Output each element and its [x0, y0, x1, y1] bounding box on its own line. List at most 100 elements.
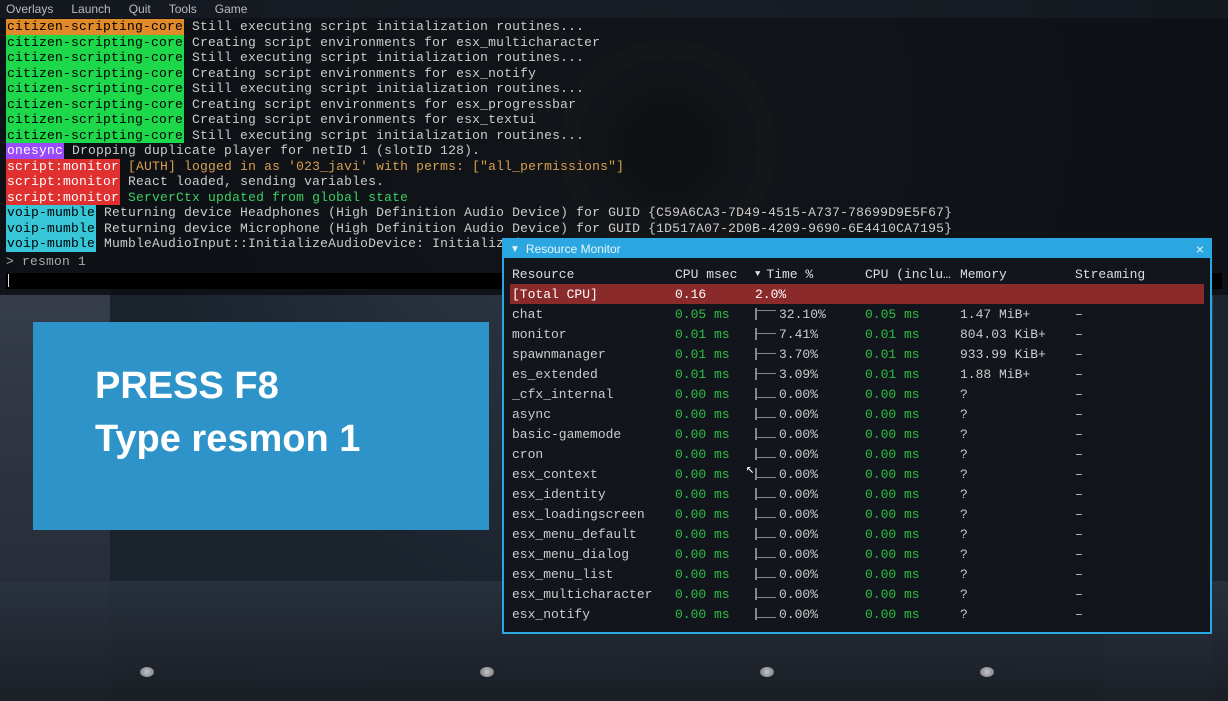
cpu-msec-value: 0.00 ms	[675, 467, 755, 482]
log-message: Still executing script initialization ro…	[192, 81, 584, 96]
menu-launch[interactable]: Launch	[71, 2, 110, 16]
time-percent-cell: 0.00%	[755, 587, 865, 602]
resmon-row[interactable]: esx_menu_list0.00 ms0.00%0.00 ms?–	[510, 564, 1204, 584]
resmon-row[interactable]: monitor0.01 ms7.41%0.01 ms804.03 KiB+–	[510, 324, 1204, 344]
resmon-header-row[interactable]: Resource CPU msec ▼Time % CPU (inclu… Me…	[510, 264, 1204, 284]
col-header-resource[interactable]: Resource	[510, 267, 675, 282]
resmon-row[interactable]: esx_menu_default0.00 ms0.00%0.00 ms?–	[510, 524, 1204, 544]
resmon-row[interactable]: esx_identity0.00 ms0.00%0.00 ms?–	[510, 484, 1204, 504]
resource-monitor-window[interactable]: ▼ Resource Monitor × Resource CPU msec ▼…	[502, 238, 1212, 634]
streaming-value: –	[1075, 487, 1145, 502]
resmon-row[interactable]: _cfx_internal0.00 ms0.00%0.00 ms?–	[510, 384, 1204, 404]
resource-name: chat	[510, 307, 675, 322]
menu-quit[interactable]: Quit	[129, 2, 151, 16]
resmon-row[interactable]: async0.00 ms0.00%0.00 ms?–	[510, 404, 1204, 424]
resmon-row[interactable]: spawnmanager0.01 ms3.70%0.01 ms933.99 Ki…	[510, 344, 1204, 364]
log-source-tag: citizen-scripting-core	[6, 81, 184, 97]
col-header-cpu-incl[interactable]: CPU (inclu…	[865, 267, 960, 282]
time-percent-value: 3.70%	[779, 347, 818, 362]
cpu-inclusive-value: 0.00 ms	[865, 547, 960, 562]
memory-value: ?	[960, 487, 1075, 502]
time-percent-value: 0.00%	[779, 587, 818, 602]
resource-name: _cfx_internal	[510, 387, 675, 402]
resmon-row[interactable]: esx_notify0.00 ms0.00%0.00 ms?–	[510, 604, 1204, 624]
console-line: citizen-scripting-core Creating script e…	[6, 35, 1222, 51]
memory-value: ?	[960, 507, 1075, 522]
resmon-row[interactable]: esx_context0.00 ms0.00%0.00 ms?–	[510, 464, 1204, 484]
console-line: voip-mumble Returning device Headphones …	[6, 205, 1222, 221]
memory-value: 1.47 MiB+	[960, 307, 1075, 322]
resmon-row[interactable]: basic-gamemode0.00 ms0.00%0.00 ms?–	[510, 424, 1204, 444]
menu-tools[interactable]: Tools	[169, 2, 197, 16]
streaming-value: –	[1075, 347, 1145, 362]
streaming-value: –	[1075, 387, 1145, 402]
resmon-row[interactable]: cron0.00 ms0.00%0.00 ms?–	[510, 444, 1204, 464]
memory-value: ?	[960, 567, 1075, 582]
console-line: citizen-scripting-core Still executing s…	[6, 81, 1222, 97]
close-icon[interactable]: ×	[1196, 242, 1204, 256]
sparkline-icon	[755, 508, 775, 520]
log-source-tag: script:monitor	[6, 174, 120, 190]
col-header-time[interactable]: ▼Time %	[755, 267, 865, 282]
sparkline-icon	[755, 348, 775, 360]
console-line: script:monitor React loaded, sending var…	[6, 174, 1222, 190]
log-source-tag: citizen-scripting-core	[6, 97, 184, 113]
resource-name: esx_menu_default	[510, 527, 675, 542]
log-message: Still executing script initialization ro…	[192, 128, 584, 143]
console-line: voip-mumble Returning device Microphone …	[6, 221, 1222, 237]
memory-value: ?	[960, 587, 1075, 602]
memory-value: ?	[960, 427, 1075, 442]
cpu-msec-value: 0.00 ms	[675, 527, 755, 542]
log-source-tag: voip-mumble	[6, 221, 96, 237]
resmon-row[interactable]: chat0.05 ms32.10%0.05 ms1.47 MiB+–	[510, 304, 1204, 324]
menu-game[interactable]: Game	[215, 2, 248, 16]
resource-name: esx_menu_list	[510, 567, 675, 582]
cpu-inclusive-value: 0.00 ms	[865, 587, 960, 602]
resmon-row[interactable]: esx_loadingscreen0.00 ms0.00%0.00 ms?–	[510, 504, 1204, 524]
time-percent-cell: 0.00%	[755, 467, 865, 482]
resmon-total-row[interactable]: [Total CPU] 0.16 2.0%	[510, 284, 1204, 304]
resmon-titlebar[interactable]: ▼ Resource Monitor ×	[504, 240, 1210, 258]
sparkline-icon	[755, 588, 775, 600]
time-percent-cell: 0.00%	[755, 387, 865, 402]
time-percent-cell: 0.00%	[755, 547, 865, 562]
log-message: Creating script environments for esx_mul…	[192, 35, 600, 50]
time-percent-value: 32.10%	[779, 307, 826, 322]
time-percent-value: 0.00%	[779, 567, 818, 582]
sparkline-icon	[755, 448, 775, 460]
col-header-cpu[interactable]: CPU msec	[675, 267, 755, 282]
memory-value: ?	[960, 387, 1075, 402]
streaming-value: –	[1075, 547, 1145, 562]
sparkline-icon	[755, 548, 775, 560]
time-percent-cell: 0.00%	[755, 527, 865, 542]
cpu-msec-value: 0.01 ms	[675, 327, 755, 342]
resmon-row[interactable]: esx_menu_dialog0.00 ms0.00%0.00 ms?–	[510, 544, 1204, 564]
cpu-msec-value: 0.00 ms	[675, 607, 755, 622]
log-source-tag: citizen-scripting-core	[6, 66, 184, 82]
streaming-value: –	[1075, 467, 1145, 482]
menu-overlays[interactable]: Overlays	[6, 2, 53, 16]
resmon-row[interactable]: esx_multicharacter0.00 ms0.00%0.00 ms?–	[510, 584, 1204, 604]
streaming-value: –	[1075, 447, 1145, 462]
sort-desc-icon: ▼	[755, 269, 760, 279]
col-header-streaming[interactable]: Streaming	[1075, 267, 1145, 282]
log-message: Still executing script initialization ro…	[192, 19, 584, 34]
resmon-body: Resource CPU msec ▼Time % CPU (inclu… Me…	[504, 258, 1210, 632]
console-line: onesync Dropping duplicate player for ne…	[6, 143, 1222, 159]
collapse-triangle-icon[interactable]: ▼	[510, 244, 520, 255]
streaming-value: –	[1075, 607, 1145, 622]
memory-value: ?	[960, 467, 1075, 482]
time-percent-value: 0.00%	[779, 447, 818, 462]
time-percent-value: 0.00%	[779, 487, 818, 502]
log-message: Creating script environments for esx_not…	[192, 66, 536, 81]
cpu-msec-value: 0.00 ms	[675, 547, 755, 562]
time-percent-cell: 0.00%	[755, 447, 865, 462]
cpu-msec-value: 0.00 ms	[675, 387, 755, 402]
log-source-tag: citizen-scripting-core	[6, 112, 184, 128]
cpu-inclusive-value: 0.00 ms	[865, 387, 960, 402]
col-header-memory[interactable]: Memory	[960, 267, 1075, 282]
sparkline-icon	[755, 428, 775, 440]
resmon-row[interactable]: es_extended0.01 ms3.09%0.01 ms1.88 MiB+–	[510, 364, 1204, 384]
time-percent-value: 7.41%	[779, 327, 818, 342]
cpu-inclusive-value: 0.00 ms	[865, 427, 960, 442]
